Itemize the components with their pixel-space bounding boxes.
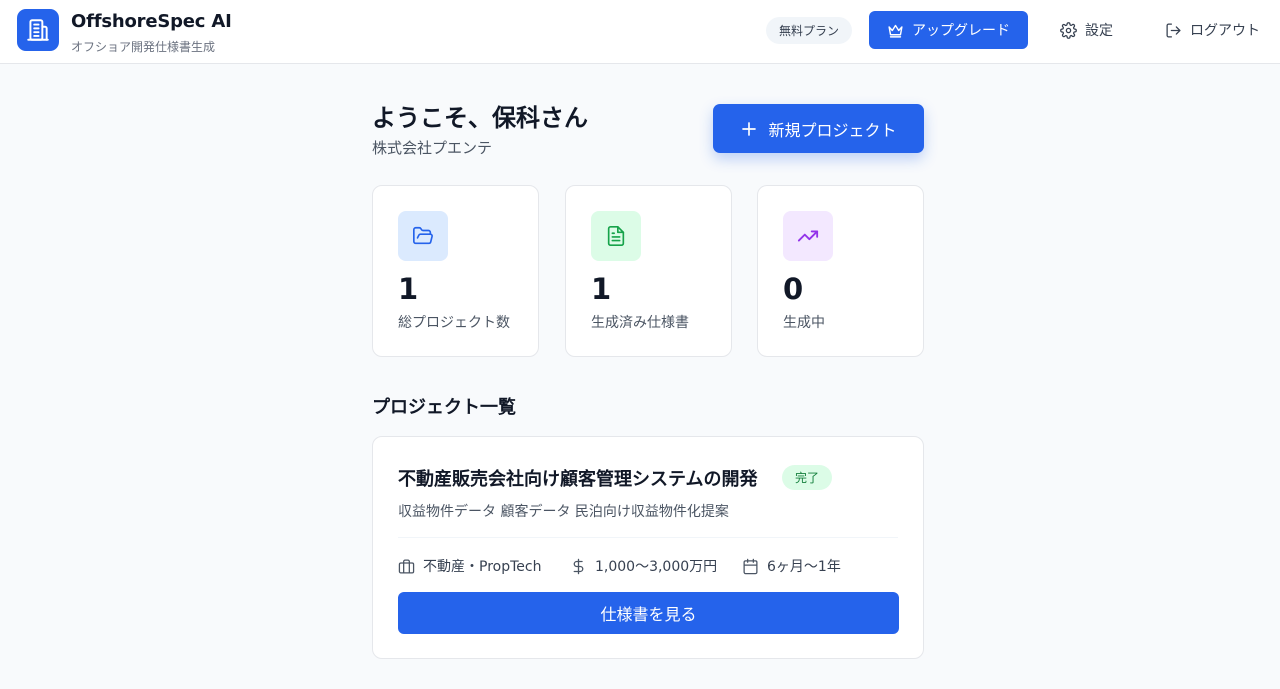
briefcase-icon bbox=[398, 558, 415, 575]
file-text-icon bbox=[591, 211, 641, 261]
new-project-label: 新規プロジェクト bbox=[768, 120, 897, 140]
budget-label: 1,000〜3,000万円 bbox=[595, 559, 718, 575]
stat-card-generated-specs: 1 生成済み仕様書 bbox=[565, 185, 732, 357]
settings-label: 設定 bbox=[1085, 23, 1113, 39]
app-header: OffshoreSpec AI オフショア開発仕様書生成 無料プラン アップグレ… bbox=[0, 0, 1280, 64]
stat-card-generating: 0 生成中 bbox=[757, 185, 924, 357]
new-project-button[interactable]: 新規プロジェクト bbox=[713, 104, 924, 153]
project-tags: 収益物件データ 顧客データ 民泊向け収益物件化提案 bbox=[398, 504, 729, 520]
stat-value: 1 bbox=[398, 272, 419, 306]
calendar-icon bbox=[742, 558, 759, 575]
trending-up-icon bbox=[783, 211, 833, 261]
view-spec-button[interactable]: 仕様書を見る bbox=[398, 592, 899, 634]
period-label: 6ヶ月〜1年 bbox=[767, 559, 841, 575]
divider bbox=[398, 537, 898, 538]
upgrade-button[interactable]: アップグレード bbox=[869, 11, 1028, 49]
project-title: 不動産販売会社向け顧客管理システムの開発 bbox=[398, 469, 758, 490]
upgrade-label: アップグレード bbox=[912, 23, 1010, 39]
stat-value: 1 bbox=[591, 272, 612, 306]
brand-title: OffshoreSpec AI bbox=[71, 11, 232, 32]
brand-subtitle: オフショア開発仕様書生成 bbox=[71, 40, 216, 54]
projects-section-title: プロジェクト一覧 bbox=[372, 397, 516, 418]
folder-open-icon bbox=[398, 211, 448, 261]
gear-icon bbox=[1060, 21, 1077, 39]
building-logo-icon[interactable] bbox=[17, 9, 59, 51]
stat-value: 0 bbox=[783, 272, 804, 306]
dollar-icon bbox=[570, 558, 587, 575]
status-badge: 完了 bbox=[782, 465, 832, 490]
industry-label: 不動産・PropTech bbox=[423, 559, 542, 575]
logout-icon bbox=[1165, 22, 1182, 39]
stat-card-total-projects: 1 総プロジェクト数 bbox=[372, 185, 539, 357]
settings-link[interactable]: 設定 bbox=[1060, 17, 1113, 43]
stat-label: 生成済み仕様書 bbox=[591, 315, 689, 331]
project-industry: 不動産・PropTech bbox=[398, 555, 541, 577]
stat-label: 生成中 bbox=[783, 315, 825, 331]
crown-icon bbox=[887, 22, 904, 39]
project-period: 6ヶ月〜1年 bbox=[742, 555, 841, 577]
logout-link[interactable]: ログアウト bbox=[1165, 17, 1260, 43]
logout-label: ログアウト bbox=[1190, 23, 1260, 39]
welcome-title: ようこそ、保科さん bbox=[372, 104, 588, 132]
company-name: 株式会社プエンテ bbox=[372, 139, 493, 157]
project-budget: 1,000〜3,000万円 bbox=[570, 555, 717, 577]
plan-badge: 無料プラン bbox=[766, 17, 852, 44]
project-card: 不動産販売会社向け顧客管理システムの開発 完了 収益物件データ 顧客データ 民泊… bbox=[372, 436, 924, 659]
plus-icon bbox=[740, 120, 758, 138]
stat-label: 総プロジェクト数 bbox=[398, 315, 510, 331]
